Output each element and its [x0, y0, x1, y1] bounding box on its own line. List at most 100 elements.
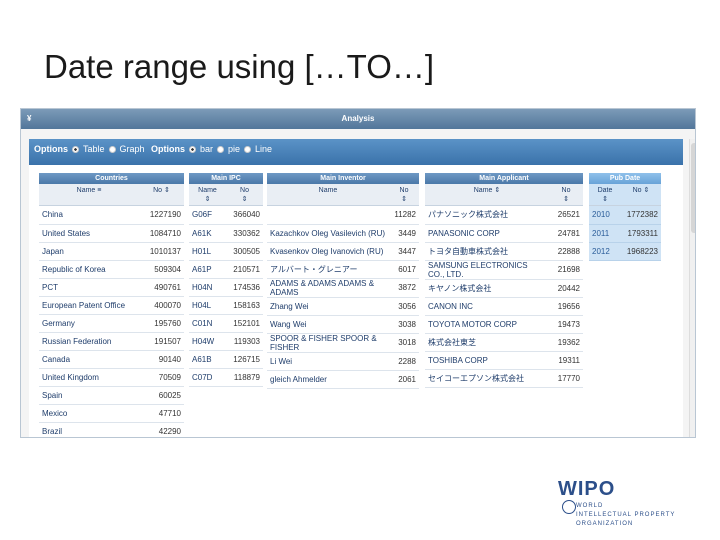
applicant-row[interactable]: セイコーエプソン株式会社 17770: [425, 369, 583, 388]
pie-label[interactable]: pie: [228, 144, 240, 154]
inventor-row[interactable]: gleich Ahmelder 2061: [267, 370, 419, 389]
countries-name-col[interactable]: Name ≡: [39, 184, 139, 205]
applicant-row[interactable]: SAMSUNG ELECTRONICS CO., LTD. 21698: [425, 260, 583, 280]
inventor-row[interactable]: ADAMS & ADAMS ADAMS & ADAMS 3872: [267, 278, 419, 298]
country-row[interactable]: Brazil 42290: [39, 422, 184, 437]
inventor-row-name: Kazachkov Oleg Vasilevich (RU): [267, 224, 389, 243]
ipc-row-count: 126715: [226, 350, 263, 369]
ipc-header: Main IPC: [189, 173, 263, 184]
bar-radio[interactable]: [189, 145, 196, 153]
country-row[interactable]: Canada 90140: [39, 350, 184, 369]
pie-radio[interactable]: [217, 145, 225, 153]
pubdate-row[interactable]: 2010 1772382: [589, 206, 661, 225]
line-label[interactable]: Line: [255, 144, 272, 154]
country-row-count: 70509: [139, 368, 184, 387]
ipc-row[interactable]: H04W 119303: [189, 332, 263, 351]
inventor-row[interactable]: Kvasenkov Oleg Ivanovich (RU) 3447: [267, 242, 419, 261]
ipc-row-count: 300505: [226, 242, 263, 261]
country-row[interactable]: European Patent Office 400070: [39, 296, 184, 315]
applicant-row-name: TOYOTA MOTOR CORP: [425, 315, 549, 334]
applicant-row-name: セイコーエプソン株式会社: [425, 369, 549, 388]
applicant-row[interactable]: TOYOTA MOTOR CORP 19473: [425, 315, 583, 334]
country-row[interactable]: Japan 1010137: [39, 242, 184, 261]
pubdate-row-date: 2012: [589, 242, 621, 261]
applicant-row[interactable]: 株式会社東芝 19362: [425, 333, 583, 352]
country-row-count: 195760: [139, 314, 184, 333]
inventor-row[interactable]: Zhang Wei 3056: [267, 297, 419, 316]
ipc-row[interactable]: C01N 152101: [189, 314, 263, 333]
country-row-count: 1010137: [139, 242, 184, 261]
applicant-row[interactable]: CANON INC 19656: [425, 297, 583, 316]
ipc-name-col[interactable]: Name ⇕: [189, 184, 226, 205]
applicant-panel: Main Applicant Name ⇕ No ⇕ パナソニック株式会社 2652…: [425, 173, 583, 388]
ipc-row[interactable]: H01L 300505: [189, 242, 263, 261]
ipc-row-count: 174536: [226, 278, 263, 297]
country-row-name: Spain: [39, 386, 139, 405]
ipc-row[interactable]: A61K 330362: [189, 224, 263, 243]
ipc-row-name: H04N: [189, 278, 226, 297]
pubdate-row[interactable]: 2011 1793311: [589, 224, 661, 243]
country-row-count: 509304: [139, 260, 184, 279]
ipc-row[interactable]: A61P 210571: [189, 260, 263, 279]
vertical-scrollbar[interactable]: [689, 139, 695, 437]
analysis-main: Options Table Graph Options bar pie Line…: [29, 139, 695, 437]
ipc-row[interactable]: H04L 158163: [189, 296, 263, 315]
inventor-row[interactable]: Li Wei 2288: [267, 352, 419, 371]
analysis-title: Analysis: [341, 114, 375, 123]
wipo-logo: WIPO WORLD INTELLECTUAL PROPERTY ORGANIZ…: [558, 478, 675, 528]
table-radio[interactable]: [72, 145, 79, 153]
ipc-row[interactable]: H04N 174536: [189, 278, 263, 297]
country-row[interactable]: Russian Federation 191507: [39, 332, 184, 351]
inventor-row[interactable]: アルバート・グレニアー 6017: [267, 260, 419, 279]
ipc-row[interactable]: A61B 126715: [189, 350, 263, 369]
inventor-row[interactable]: Kazachkov Oleg Vasilevich (RU) 3449: [267, 224, 419, 243]
pubdate-date-col[interactable]: Date ⇕: [589, 184, 621, 205]
countries-col-heads: Name ≡ No ⇕: [39, 184, 184, 206]
ipc-row-count: 158163: [226, 296, 263, 315]
applicant-row[interactable]: TOSHIBA CORP 19311: [425, 351, 583, 370]
countries-no-col[interactable]: No ⇕: [139, 184, 184, 205]
country-row-name: United States: [39, 224, 139, 243]
inventor-row[interactable]: 11282: [267, 206, 419, 225]
ipc-row[interactable]: G06F 366040: [189, 206, 263, 225]
inventor-no-col[interactable]: No ⇕: [389, 184, 419, 205]
country-row[interactable]: Republic of Korea 509304: [39, 260, 184, 279]
applicant-header: Main Applicant: [425, 173, 583, 184]
applicant-row[interactable]: PANASONIC CORP 24781: [425, 224, 583, 243]
scrollbar-thumb[interactable]: [691, 143, 695, 233]
country-row[interactable]: PCT 490761: [39, 278, 184, 297]
country-row-name: PCT: [39, 278, 139, 297]
graph-label[interactable]: Graph: [120, 144, 145, 154]
ipc-row-name: G06F: [189, 206, 226, 225]
country-row[interactable]: Spain 60025: [39, 386, 184, 405]
pubdate-col-heads: Date ⇕ No ⇕: [589, 184, 661, 206]
inventor-row[interactable]: Wang Wei 3038: [267, 315, 419, 334]
applicant-row[interactable]: トヨタ自動車株式会社 22888: [425, 242, 583, 261]
inventor-row[interactable]: SPOOR & FISHER SPOOR & FISHER 3018: [267, 333, 419, 353]
country-row[interactable]: China 1227190: [39, 206, 184, 225]
bar-label[interactable]: bar: [200, 144, 213, 154]
country-row[interactable]: Germany 195760: [39, 314, 184, 333]
inventor-col-heads: Name No ⇕: [267, 184, 419, 206]
wipo-logo-mark: WIPO: [558, 478, 616, 500]
pubdate-no-col[interactable]: No ⇕: [621, 184, 661, 205]
applicant-no-col[interactable]: No ⇕: [549, 184, 583, 205]
country-row[interactable]: United Kingdom 70509: [39, 368, 184, 387]
applicant-row[interactable]: パナソニック株式会社 26521: [425, 206, 583, 225]
analysis-window: ¥ Analysis Options Table Graph Options b…: [20, 108, 696, 438]
applicant-row[interactable]: キヤノン株式会社 20442: [425, 279, 583, 298]
table-label[interactable]: Table: [83, 144, 105, 154]
country-row-name: Canada: [39, 350, 139, 369]
graph-radio[interactable]: [108, 145, 116, 153]
analysis-title-bar: ¥ Analysis: [21, 109, 695, 129]
country-row[interactable]: Mexico 47710: [39, 404, 184, 423]
applicant-row-count: 19311: [549, 351, 583, 370]
ipc-no-col[interactable]: No ⇕: [226, 184, 263, 205]
pubdate-row[interactable]: 2012 1968223: [589, 242, 661, 261]
country-row[interactable]: United States 1084710: [39, 224, 184, 243]
line-radio[interactable]: [244, 145, 252, 153]
inventor-name-col[interactable]: Name: [267, 184, 389, 205]
ipc-table: G06F 366040 A61K 330362 H01L 300505 A61P 210571…: [189, 206, 263, 387]
applicant-name-col[interactable]: Name ⇕: [425, 184, 549, 205]
ipc-row[interactable]: C07D 118879: [189, 368, 263, 387]
